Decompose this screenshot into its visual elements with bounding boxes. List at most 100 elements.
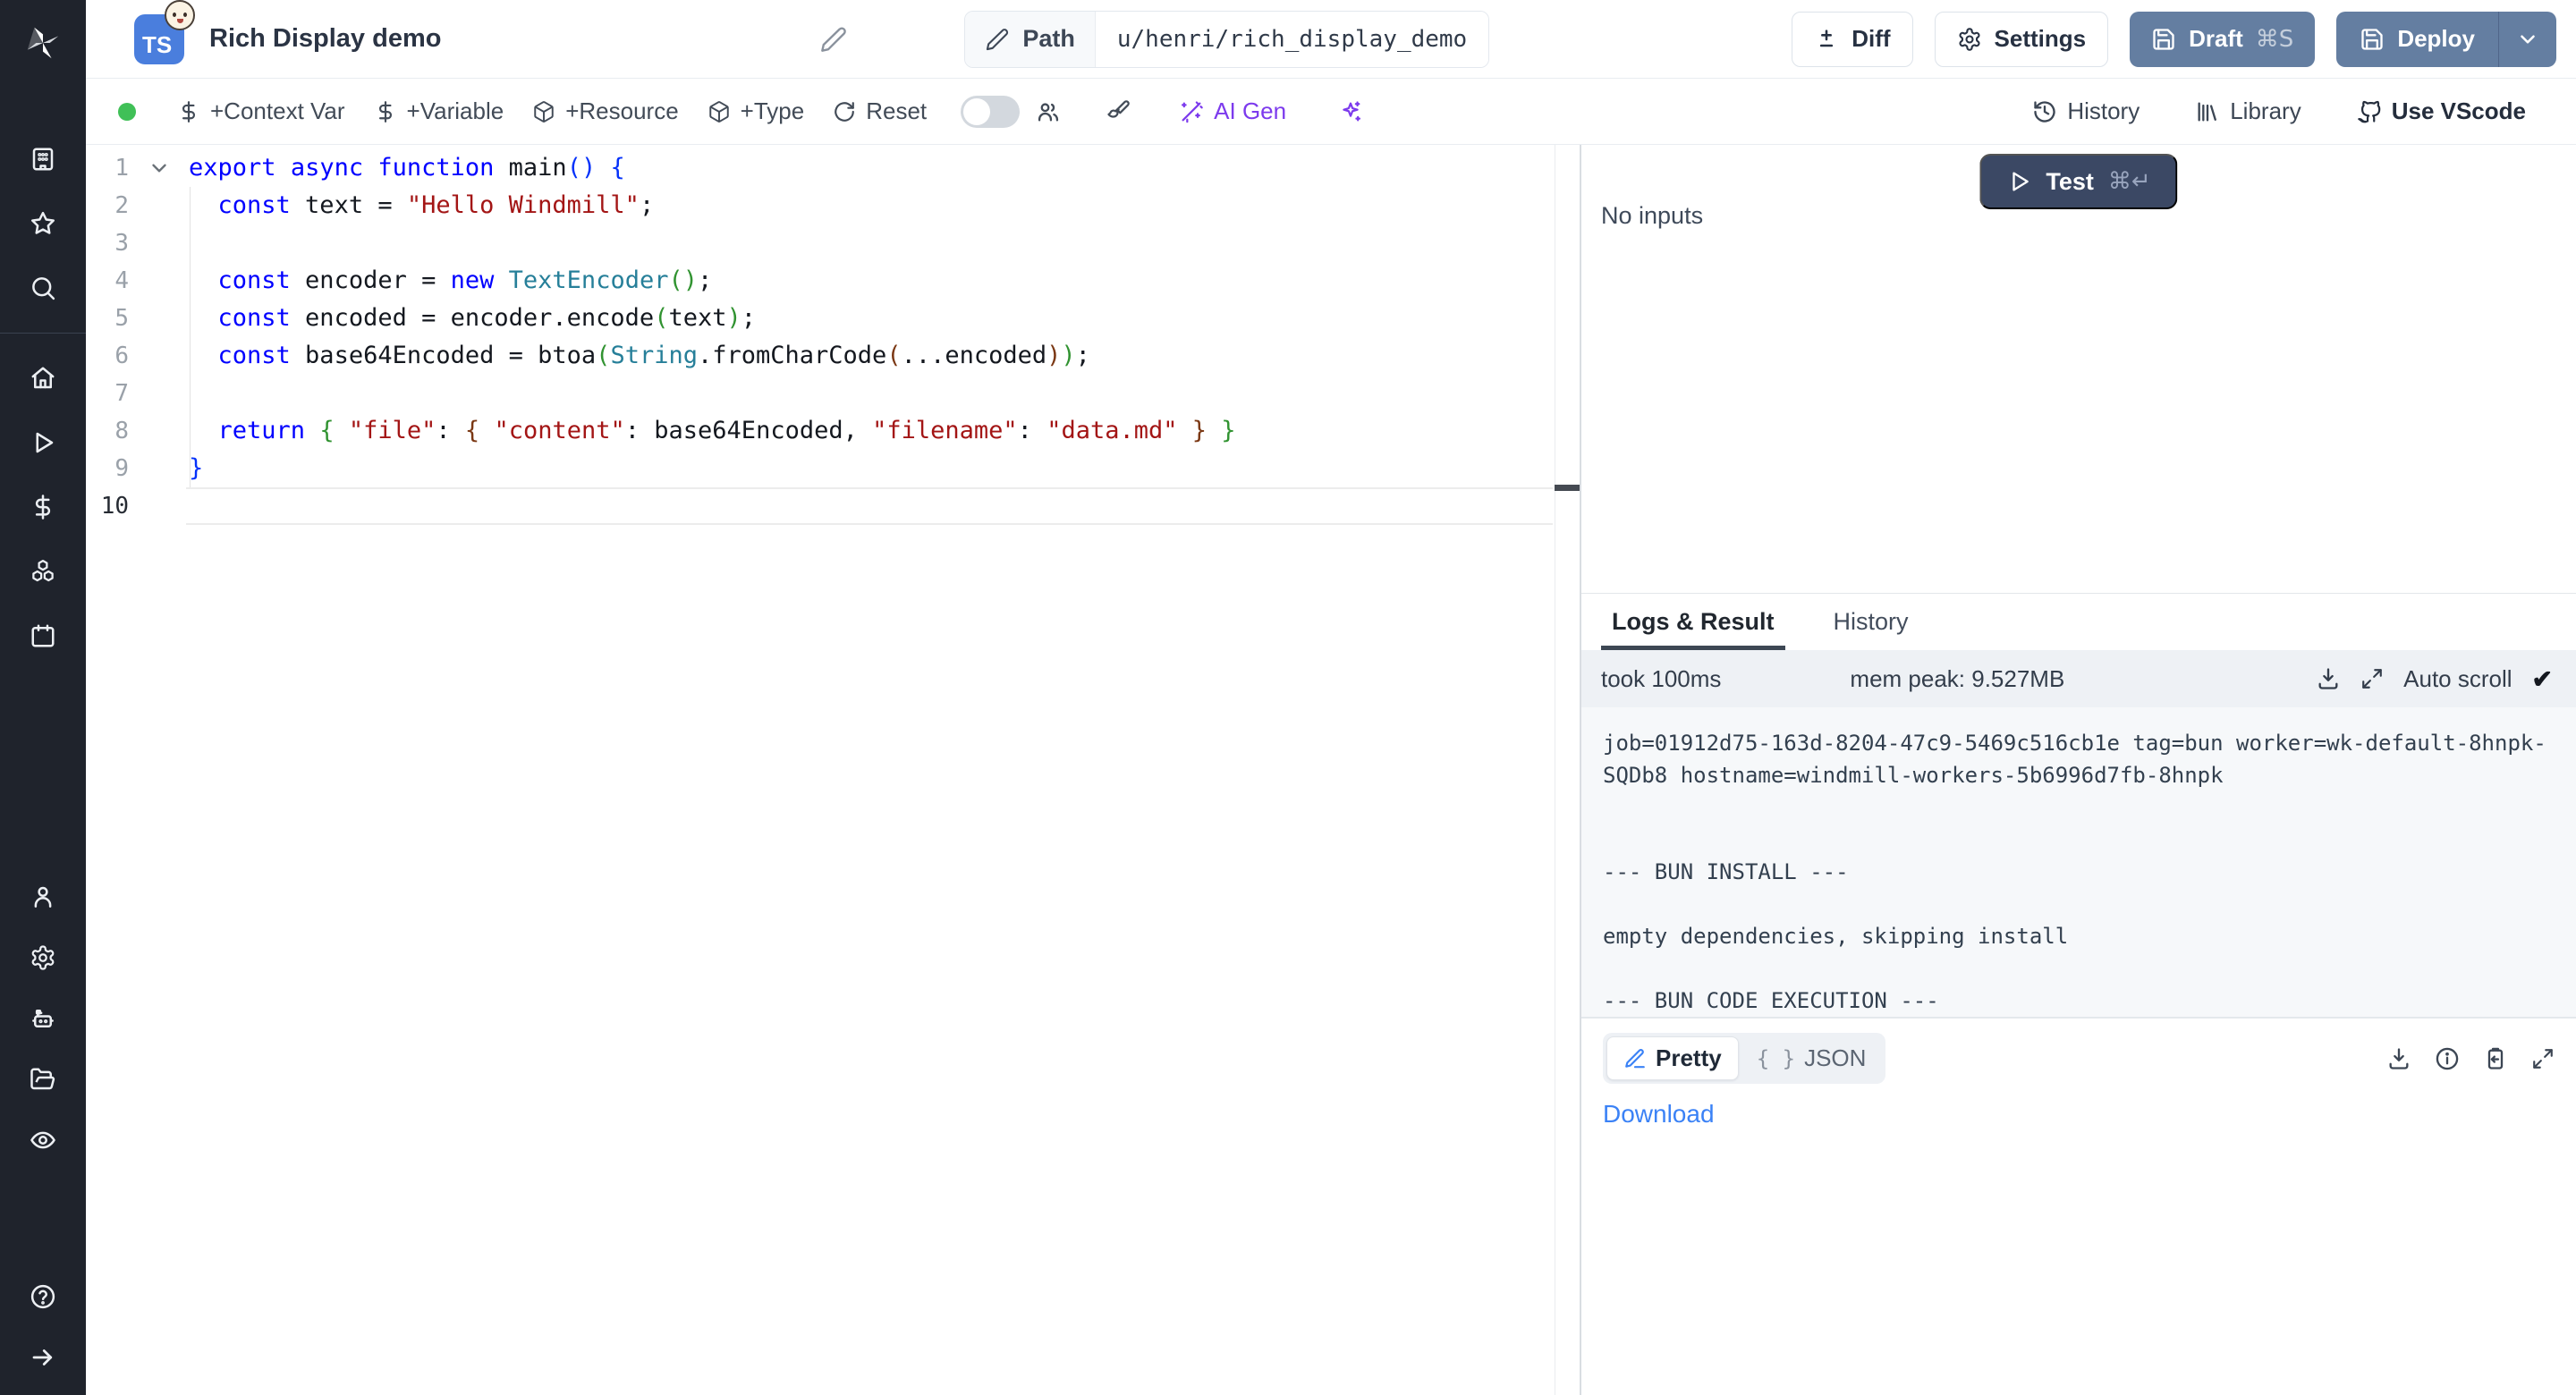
collaborators-button[interactable]	[1025, 90, 1072, 133]
path-label: Path	[1022, 25, 1075, 53]
sidebar-item-workspace[interactable]	[0, 127, 86, 191]
log-line	[1603, 888, 2555, 920]
result-view-switcher: Pretty { } JSON	[1603, 1033, 1885, 1084]
reset-button[interactable]: Reset	[818, 89, 941, 134]
diff-mode-toggle[interactable]	[961, 96, 1020, 128]
download-logs-icon[interactable]	[2316, 666, 2341, 691]
use-vscode-label: Use VScode	[2392, 97, 2526, 125]
copy-result-icon[interactable]	[2483, 1046, 2508, 1071]
library-button[interactable]: Library	[2181, 89, 2315, 134]
type-label: +Type	[741, 97, 805, 125]
line-number: 2	[86, 187, 129, 224]
line-decoration	[129, 300, 189, 337]
sidebar-item-audit-logs[interactable]	[0, 1110, 86, 1171]
expand-result-icon[interactable]	[2531, 1047, 2555, 1070]
sidebar-admin-group	[0, 867, 86, 1171]
ai-fix-button[interactable]	[1327, 90, 1374, 133]
add-context-var-button[interactable]: +Context Var	[163, 89, 360, 134]
dollar-icon	[177, 100, 200, 123]
line-number: 6	[86, 337, 129, 375]
library-label: Library	[2230, 97, 2301, 125]
sidebar-bottom-group	[0, 1266, 86, 1388]
sidebar-item-schedules[interactable]	[0, 604, 86, 668]
fold-chevron-icon[interactable]	[129, 149, 189, 187]
package-icon	[532, 100, 555, 123]
result-download-link[interactable]: Download	[1603, 1100, 1715, 1129]
code-editor[interactable]: 1export async function main() {2 const t…	[86, 145, 1580, 1395]
format-code-button[interactable]	[1095, 90, 1141, 133]
sidebar-item-users[interactable]	[0, 867, 86, 927]
sidebar-item-variables[interactable]	[0, 475, 86, 539]
sidebar-item-settings[interactable]	[0, 927, 86, 988]
diff-label: Diff	[1852, 25, 1890, 53]
dollar-icon	[30, 494, 56, 520]
log-line: --- BUN CODE EXECUTION ---	[1603, 985, 2555, 1017]
sidebar-item-resources[interactable]	[0, 539, 86, 604]
run-stats-row: took 100ms mem peak: 9.527MB	[1581, 650, 2576, 707]
line-decoration	[129, 337, 189, 375]
autoscroll-checkmark[interactable]: ✔	[2532, 664, 2553, 694]
arrow-right-icon	[30, 1344, 56, 1371]
took-label: took 100ms	[1601, 665, 1721, 693]
pencil-icon	[985, 27, 1010, 52]
sidebar-item-folders[interactable]	[0, 1049, 86, 1110]
edit-summary-icon[interactable]	[819, 25, 848, 54]
line-decoration	[129, 487, 189, 525]
windmill-logo[interactable]	[22, 0, 64, 86]
sidebar-item-search[interactable]	[0, 256, 86, 320]
add-type-button[interactable]: +Type	[693, 89, 819, 134]
autoscroll-label[interactable]: Auto scroll	[2403, 665, 2512, 693]
eye-icon	[30, 1127, 56, 1154]
users-icon	[1036, 99, 1061, 124]
paintbrush-icon	[1106, 99, 1131, 124]
result-info-icon[interactable]	[2435, 1046, 2460, 1071]
result-view-pretty[interactable]: Pretty	[1606, 1036, 1739, 1080]
tab-logs-result[interactable]: Logs & Result	[1612, 594, 1775, 650]
log-output[interactable]: job=01912d75-163d-8204-47c9-5469c516cb1e…	[1581, 707, 2576, 1017]
no-inputs-label: No inputs	[1601, 202, 1703, 230]
windmill-app: TS Rich Display demo Pat	[0, 0, 2576, 1395]
deploy-button[interactable]: Deploy	[2336, 12, 2498, 67]
add-variable-button[interactable]: +Variable	[360, 89, 519, 134]
sidebar-item-runs[interactable]	[0, 410, 86, 475]
settings-button[interactable]: Settings	[1935, 12, 2109, 67]
use-vscode-button[interactable]: Use VScode	[2343, 89, 2540, 134]
braces-icon: { }	[1757, 1046, 1795, 1071]
play-icon	[30, 429, 56, 456]
result-view-json[interactable]: { } JSON	[1741, 1037, 1883, 1079]
diff-button[interactable]: Diff	[1792, 12, 1912, 67]
deploy-dropdown-button[interactable]	[2499, 12, 2556, 67]
ai-gen-button[interactable]: AI Gen	[1165, 89, 1301, 134]
history-button[interactable]: History	[2018, 89, 2154, 134]
code-line: 1export async function main() {	[86, 149, 1580, 187]
result-tabs: Logs & Result History	[1581, 593, 2576, 650]
history-icon	[2032, 99, 2057, 124]
sidebar-item-workers[interactable]	[0, 988, 86, 1049]
line-number: 10	[86, 487, 129, 525]
settings-label: Settings	[1995, 25, 2087, 53]
user-icon	[30, 884, 56, 910]
path-value[interactable]: u/henri/rich_display_demo	[1096, 12, 1488, 67]
sidebar-item-help[interactable]	[0, 1266, 86, 1327]
download-result-icon[interactable]	[2386, 1046, 2411, 1071]
line-number: 7	[86, 375, 129, 412]
sidebar-item-expand[interactable]	[0, 1327, 86, 1388]
script-language-badge: TS	[134, 14, 184, 64]
status-dot	[118, 103, 136, 121]
code-text: const text = "Hello Windmill";	[189, 187, 654, 224]
result-section: Pretty { } JSON	[1581, 1017, 2576, 1395]
code-line: 5 const encoded = encoder.encode(text);	[86, 300, 1580, 337]
tab-history[interactable]: History	[1834, 594, 1909, 650]
sidebar-item-home[interactable]	[0, 346, 86, 410]
expand-logs-icon[interactable]	[2360, 667, 2384, 690]
code-line: 8 return { "file": { "content": base64En…	[86, 412, 1580, 450]
package-icon	[708, 100, 731, 123]
add-resource-button[interactable]: +Resource	[518, 89, 692, 134]
test-button[interactable]: Test ⌘↵	[1979, 154, 2177, 209]
log-line	[1603, 824, 2555, 856]
line-number: 4	[86, 262, 129, 300]
path-selector[interactable]: Path u/henri/rich_display_demo	[964, 11, 1489, 68]
sidebar-item-favorites[interactable]	[0, 191, 86, 256]
line-decoration	[129, 450, 189, 487]
draft-button[interactable]: Draft ⌘S	[2130, 12, 2315, 67]
